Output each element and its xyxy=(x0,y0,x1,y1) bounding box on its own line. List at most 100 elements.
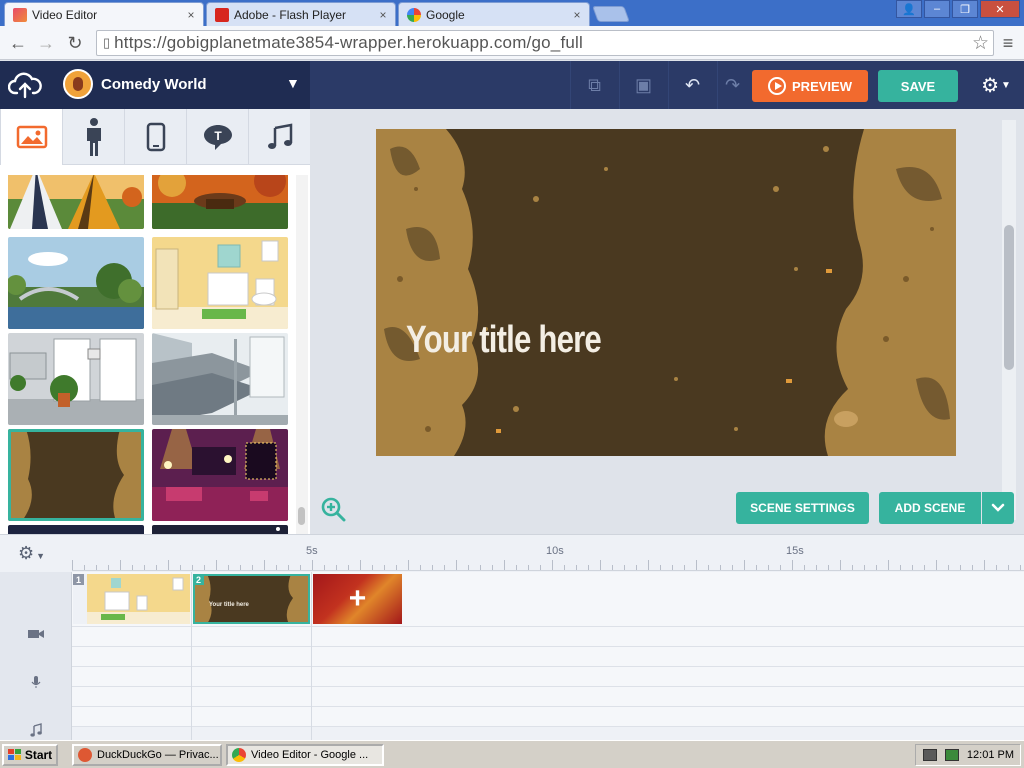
close-icon[interactable]: × xyxy=(375,8,391,22)
save-button[interactable]: SAVE xyxy=(878,70,958,102)
tab-video-editor[interactable]: Video Editor × xyxy=(4,2,204,26)
project-name[interactable]: Comedy World xyxy=(101,76,207,93)
restore-button[interactable]: ❐ xyxy=(952,0,978,18)
ruler-tick xyxy=(852,565,853,570)
preview-button[interactable]: PREVIEW xyxy=(752,70,868,102)
thumbnail-office-hallway[interactable] xyxy=(8,333,144,425)
prop-icon xyxy=(146,122,165,152)
taskbar-item-video-editor[interactable]: Video Editor - Google ... xyxy=(226,744,384,766)
ruler-tick xyxy=(936,560,937,570)
thumbnail-image xyxy=(8,333,144,425)
ruler-tick xyxy=(456,560,457,570)
cloud-upload-icon[interactable] xyxy=(8,71,42,99)
ruler-tick xyxy=(552,560,553,570)
tab-music[interactable] xyxy=(248,109,310,165)
network-icon[interactable] xyxy=(944,749,959,761)
chrome-icon xyxy=(232,748,246,762)
ruler-tick-label: 15s xyxy=(786,545,804,557)
music-track-2[interactable] xyxy=(72,687,1024,707)
browser-menu-button[interactable]: ≡ xyxy=(998,31,1018,55)
music-icon xyxy=(267,123,292,149)
ruler-tick xyxy=(72,560,73,570)
ruler-tick xyxy=(972,565,973,570)
ruler-tick xyxy=(624,565,625,570)
tab-props[interactable] xyxy=(124,109,186,165)
timeline-clip-2[interactable]: 2 Your title here xyxy=(193,574,310,624)
back-button[interactable]: ← xyxy=(6,31,30,55)
voice-track-2[interactable] xyxy=(72,647,1024,667)
ruler-tick xyxy=(264,560,265,570)
thumbnail-nightclub[interactable] xyxy=(152,429,288,521)
taskbar-item-duckduckgo[interactable]: DuckDuckGo — Privac... xyxy=(72,744,222,766)
ruler-tick xyxy=(468,565,469,570)
copy-icon[interactable]: ⧉ xyxy=(570,61,618,109)
stage-scrollbar-thumb[interactable] xyxy=(1004,225,1014,370)
close-icon[interactable]: × xyxy=(183,8,199,22)
background-image-icon xyxy=(16,125,47,149)
clip-thumbnail xyxy=(193,574,310,624)
thumbnail-night-sky[interactable] xyxy=(8,525,144,534)
background-thumbnail-grid xyxy=(0,175,300,534)
thumbnail-park-bridge[interactable] xyxy=(8,237,144,329)
duckduckgo-icon xyxy=(78,748,92,762)
bookmark-star-icon[interactable]: ☆ xyxy=(972,32,989,55)
thumbnail-space-scene[interactable] xyxy=(152,525,288,534)
ruler-tick xyxy=(948,565,949,570)
ruler-tick xyxy=(216,560,217,570)
ruler-tick xyxy=(816,565,817,570)
timeline-clip-1[interactable]: 1 xyxy=(73,574,190,624)
ruler-tick xyxy=(696,560,697,570)
url-input[interactable]: ▯ https://gobigplanetmate3854-wrapper.he… xyxy=(96,30,994,56)
adobe-favicon xyxy=(215,7,229,22)
ruler-tick xyxy=(300,565,301,570)
forward-button[interactable]: → xyxy=(34,31,58,55)
music-track-3[interactable] xyxy=(72,707,1024,727)
tab-adobe-flash[interactable]: Adobe - Flash Player × xyxy=(206,2,396,26)
thumbnail-train-interior[interactable] xyxy=(152,333,288,425)
thumbnail-dark-cave[interactable] xyxy=(8,429,144,521)
scene-canvas[interactable]: Your title here xyxy=(376,129,956,456)
tab-backgrounds[interactable] xyxy=(0,109,62,165)
start-button[interactable]: Start xyxy=(2,744,58,766)
thumbnail-image xyxy=(8,175,144,229)
voice-track[interactable] xyxy=(72,627,1024,647)
tab-google[interactable]: Google × xyxy=(398,2,590,26)
close-window-button[interactable]: ✕ xyxy=(980,0,1020,18)
new-tab-button[interactable] xyxy=(592,6,630,22)
asset-scrollbar[interactable] xyxy=(296,175,308,534)
reload-button[interactable]: ↻ xyxy=(63,31,87,55)
undo-icon[interactable]: ↶ xyxy=(668,61,716,109)
music-track[interactable] xyxy=(72,667,1024,687)
chevron-down-icon[interactable]: ▼ xyxy=(286,75,300,91)
timeline-ruler[interactable]: 5s 10s 15s xyxy=(72,535,1024,571)
zoom-in-icon[interactable] xyxy=(320,496,346,522)
ruler-tick-label: 10s xyxy=(546,545,564,557)
ruler-tick xyxy=(828,565,829,570)
ruler-tick xyxy=(204,565,205,570)
thumbnail-bathroom[interactable] xyxy=(152,237,288,329)
scene-settings-button[interactable]: SCENE SETTINGS xyxy=(736,492,869,524)
keyboard-icon[interactable] xyxy=(922,749,937,761)
ruler-tick xyxy=(540,565,541,570)
add-scene-button[interactable]: ADD SCENE xyxy=(879,492,981,524)
avatar[interactable] xyxy=(63,69,93,99)
window-controls: 👤 – ❐ ✕ xyxy=(896,0,1020,18)
timeline-settings-gear-icon[interactable]: ⚙ ▼ xyxy=(18,543,58,563)
thumbnail-autumn-picnic[interactable] xyxy=(152,175,288,229)
user-icon[interactable]: 👤 xyxy=(896,0,922,18)
preview-label: PREVIEW xyxy=(792,78,852,94)
scene-title-text[interactable]: Your title here xyxy=(406,319,602,362)
tab-characters[interactable] xyxy=(62,109,124,165)
thumbnail-camping-tents[interactable] xyxy=(8,175,144,229)
tab-text[interactable]: T xyxy=(186,109,248,165)
redo-icon[interactable]: ↷ xyxy=(717,61,747,109)
paste-icon[interactable]: ▣ xyxy=(619,61,667,109)
add-scene-dropdown[interactable] xyxy=(982,492,1014,524)
add-clip-button[interactable]: + xyxy=(313,574,402,624)
settings-gear-icon[interactable]: ⚙ ▼ xyxy=(976,73,1016,97)
asset-scrollbar-thumb[interactable] xyxy=(298,507,305,525)
minimize-button[interactable]: – xyxy=(924,0,950,18)
ruler-tick xyxy=(156,565,157,570)
tab-title: Adobe - Flash Player xyxy=(234,7,347,22)
close-icon[interactable]: × xyxy=(569,8,585,22)
